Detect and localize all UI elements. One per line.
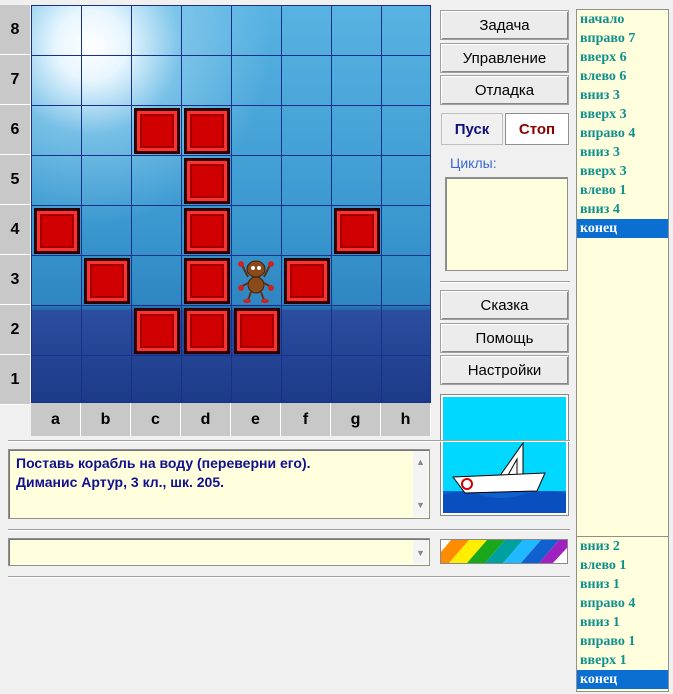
wall-block-d3 bbox=[184, 258, 230, 304]
cycles-label: Циклы: bbox=[450, 155, 497, 171]
grid-line bbox=[31, 255, 431, 256]
grid-line bbox=[231, 5, 232, 403]
program-step[interactable]: вниз 3 bbox=[577, 143, 668, 162]
program-step[interactable]: вправо 1 bbox=[577, 632, 668, 651]
row-label-6: 6 bbox=[0, 105, 30, 155]
row-label-3: 3 bbox=[0, 255, 30, 305]
grid-line bbox=[381, 5, 382, 403]
divider bbox=[8, 440, 570, 442]
program-step[interactable]: вверх 3 bbox=[577, 105, 668, 124]
program-step[interactable]: вправо 7 bbox=[577, 29, 668, 48]
column-label-c: c bbox=[131, 403, 181, 436]
control-button[interactable]: Управление bbox=[440, 43, 569, 73]
row-label-1: 1 bbox=[0, 355, 30, 405]
grid-line bbox=[281, 5, 282, 403]
program-step[interactable]: влево 1 bbox=[577, 181, 668, 200]
program-step[interactable]: влево 1 bbox=[577, 556, 668, 575]
wall-block-c6 bbox=[134, 108, 180, 154]
program-step[interactable]: вверх 3 bbox=[577, 162, 668, 181]
column-label-a: a bbox=[31, 403, 81, 436]
grid-line bbox=[430, 5, 431, 403]
column-label-f: f bbox=[281, 403, 331, 436]
grid-line bbox=[81, 5, 82, 403]
description-scrollbar[interactable]: ▲ ▼ bbox=[413, 451, 428, 517]
tale-button[interactable]: Сказка bbox=[440, 290, 569, 320]
program-step[interactable]: вниз 2 bbox=[577, 537, 668, 556]
column-label-d: d bbox=[181, 403, 231, 436]
command-input[interactable]: ▼ bbox=[8, 538, 430, 566]
wall-block-e2 bbox=[234, 308, 280, 354]
debug-button[interactable]: Отладка bbox=[440, 75, 569, 105]
program-step[interactable]: конец bbox=[577, 219, 668, 238]
grid-line bbox=[181, 5, 182, 403]
wall-block-d6 bbox=[184, 108, 230, 154]
program-list-bottom[interactable]: вниз 2 влево 1 вниз 1 вправо 4 вниз 1 вправо … bbox=[576, 536, 669, 692]
program-step[interactable]: вверх 1 bbox=[577, 651, 668, 670]
wall-block-b3 bbox=[84, 258, 130, 304]
wall-block-d2 bbox=[184, 308, 230, 354]
wall-block-a4 bbox=[34, 208, 80, 254]
column-label-e: e bbox=[231, 403, 281, 436]
grid-line bbox=[131, 5, 132, 403]
input-dropdown-scroll[interactable]: ▼ bbox=[413, 540, 428, 564]
row-label-2: 2 bbox=[0, 305, 30, 355]
scroll-up-icon[interactable]: ▲ bbox=[416, 453, 425, 472]
description-line-1: Поставь корабль на воду (переверни его). bbox=[16, 455, 311, 471]
wall-block-g4 bbox=[334, 208, 380, 254]
settings-button[interactable]: Настройки bbox=[440, 355, 569, 385]
row-label-5: 5 bbox=[0, 155, 30, 205]
robot-icon bbox=[236, 257, 276, 308]
program-step[interactable]: начало bbox=[577, 10, 668, 29]
divider bbox=[8, 576, 570, 578]
program-step[interactable]: вниз 3 bbox=[577, 86, 668, 105]
divider bbox=[8, 529, 570, 531]
divider bbox=[440, 281, 570, 283]
help-button[interactable]: Помощь bbox=[440, 323, 569, 353]
row-label-7: 7 bbox=[0, 55, 30, 105]
program-step[interactable]: вправо 4 bbox=[577, 124, 668, 143]
boat-icon bbox=[440, 394, 569, 516]
program-step[interactable]: вниз 4 bbox=[577, 200, 668, 219]
scroll-down-icon[interactable]: ▼ bbox=[416, 496, 425, 515]
program-list-top[interactable]: начало вправо 7 вверх 6 влево 6 вниз 3 вверх … bbox=[576, 9, 669, 540]
program-step[interactable]: влево 6 bbox=[577, 67, 668, 86]
grid-line bbox=[31, 355, 431, 356]
row-label-8: 8 bbox=[0, 5, 30, 55]
wall-block-d5 bbox=[184, 158, 230, 204]
row-label-4: 4 bbox=[0, 205, 30, 255]
grid-line bbox=[31, 305, 431, 306]
column-label-b: b bbox=[81, 403, 131, 436]
program-step[interactable]: вверх 6 bbox=[577, 48, 668, 67]
program-step[interactable]: вниз 1 bbox=[577, 575, 668, 594]
chevron-down-icon[interactable]: ▼ bbox=[416, 548, 425, 558]
grid-line bbox=[331, 5, 332, 403]
program-step[interactable]: вниз 1 bbox=[577, 613, 668, 632]
stop-button[interactable]: Стоп bbox=[505, 113, 569, 145]
program-step[interactable]: вправо 4 bbox=[577, 594, 668, 613]
grid-line bbox=[31, 205, 431, 206]
wall-block-d4 bbox=[184, 208, 230, 254]
rainbow-palette-icon[interactable] bbox=[440, 539, 568, 564]
program-step[interactable]: конец bbox=[577, 670, 668, 689]
description-text[interactable]: Поставь корабль на воду (переверни его).… bbox=[8, 449, 430, 519]
task-button[interactable]: Задача bbox=[440, 10, 569, 40]
description-line-2: Диманис Артур, 3 кл., шк. 205. bbox=[16, 474, 225, 490]
cycles-list[interactable] bbox=[445, 177, 568, 271]
wall-block-f3 bbox=[284, 258, 330, 304]
column-label-g: g bbox=[331, 403, 381, 436]
grid-line bbox=[31, 5, 32, 403]
start-button[interactable]: Пуск bbox=[441, 113, 503, 145]
wall-block-c2 bbox=[134, 308, 180, 354]
game-board[interactable] bbox=[31, 5, 431, 403]
column-label-h: h bbox=[381, 403, 431, 436]
